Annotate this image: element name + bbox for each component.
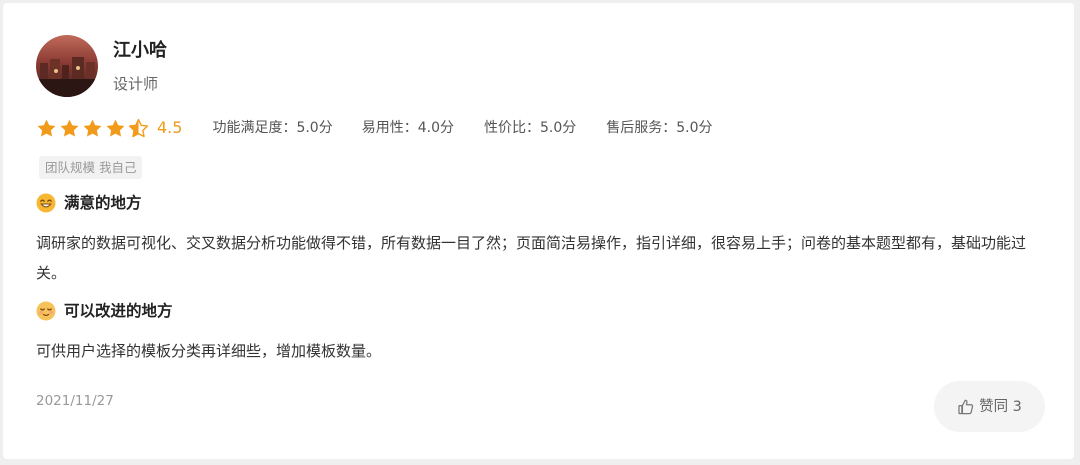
- reviewer-name: 江小哈: [113, 40, 167, 61]
- review-card: 江小哈 设计师 4.5 功能满足度：5.0分 易用性：4.0分 性价比：5.0分…: [3, 3, 1074, 459]
- star-full-icon: [106, 119, 125, 137]
- rating-score: 4.5: [157, 118, 183, 137]
- star-rating: [36, 118, 151, 139]
- metric-after-sales: 售后服务：5.0分: [606, 120, 713, 136]
- review-date: 2021/11/27: [36, 393, 114, 409]
- metric-usability: 易用性：4.0分: [361, 120, 454, 136]
- like-count: 赞同 3: [979, 398, 1022, 415]
- thumbs-up-icon: [958, 399, 974, 414]
- cons-text: 可供用户选择的模板分类再详细些，增加模板数量。: [36, 342, 382, 360]
- pros-text: 调研家的数据可视化、交叉数据分析功能做得不错，所有数据一目了然；页面简洁易操作，…: [36, 234, 1027, 282]
- reviewer-role: 设计师: [113, 75, 159, 93]
- star-full-icon: [83, 119, 102, 137]
- cons-title: 可以改进的地方: [64, 302, 173, 320]
- relieved-face-icon: [36, 301, 56, 321]
- avatar[interactable]: [36, 35, 98, 97]
- pros-header: 满意的地方: [36, 192, 142, 214]
- star-half-icon: [128, 118, 149, 137]
- pros-title: 满意的地方: [64, 194, 142, 212]
- team-size-tag: 团队规模 我自己: [39, 156, 143, 179]
- rating-row: 4.5 功能满足度：5.0分 易用性：4.0分 性价比：5.0分 售后服务：5.…: [36, 116, 713, 140]
- like-button[interactable]: 赞同 3: [934, 381, 1045, 432]
- star-full-icon: [60, 119, 79, 137]
- metric-functionality: 功能满足度：5.0分: [212, 120, 333, 136]
- smiling-face-icon: [36, 193, 56, 213]
- cons-header: 可以改进的地方: [36, 300, 173, 322]
- metric-value: 性价比：5.0分: [483, 120, 577, 136]
- star-full-icon: [37, 119, 56, 137]
